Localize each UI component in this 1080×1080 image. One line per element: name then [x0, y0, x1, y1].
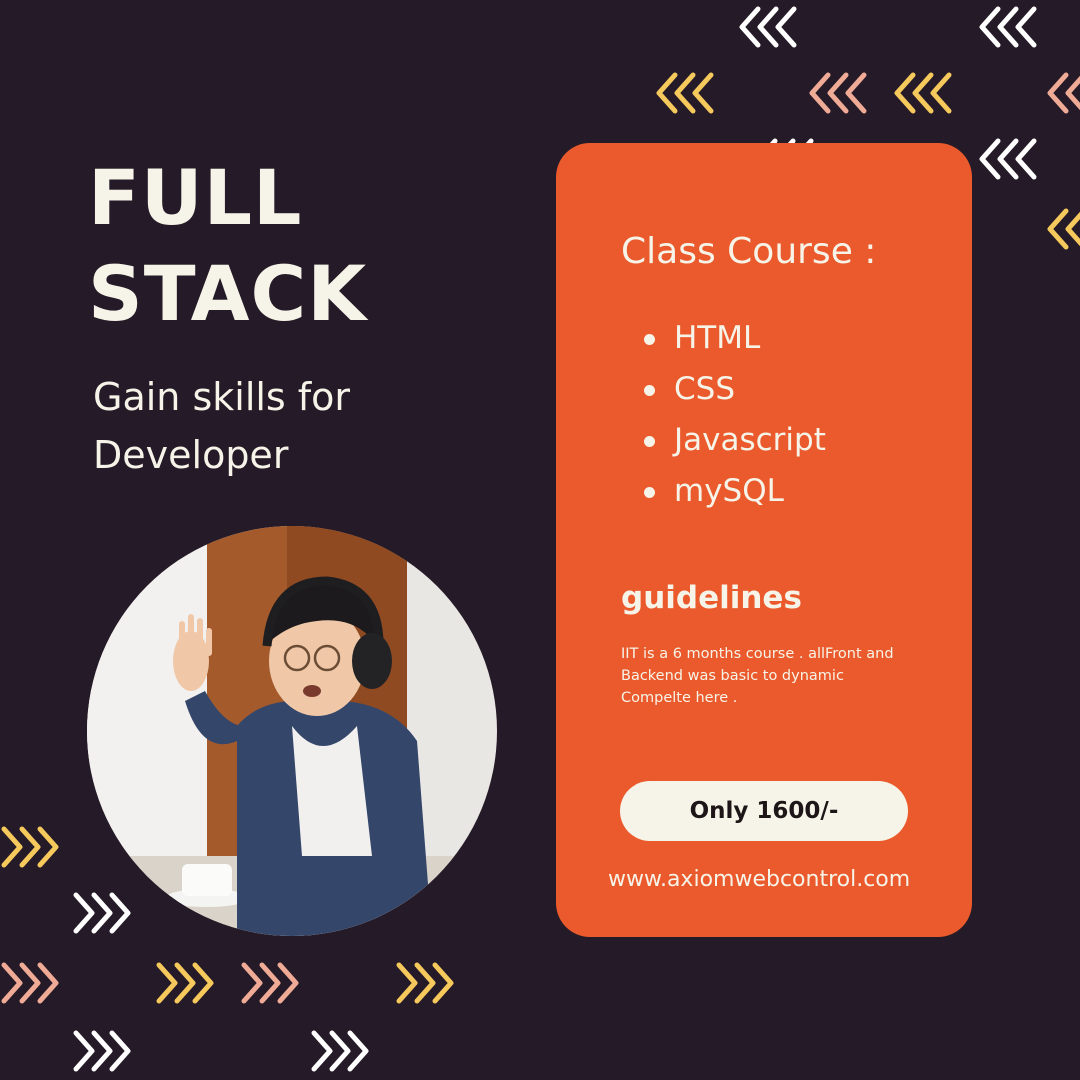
- subtitle-line-2: Developer: [93, 433, 289, 477]
- website-link[interactable]: www.axiomwebcontrol.com: [608, 867, 910, 892]
- chevrons-left-icon: [979, 138, 1037, 180]
- chevrons-left-icon: [739, 6, 797, 48]
- chevrons-right-icon: [73, 1030, 131, 1072]
- headline: FULL STACK: [88, 150, 367, 342]
- guidelines-title: guidelines: [621, 580, 802, 616]
- course-list: HTML CSS Javascript mySQL: [644, 313, 826, 517]
- chevrons-right-icon: [1, 826, 59, 868]
- chevrons-left-icon: [979, 6, 1037, 48]
- chevrons-left-icon: [809, 72, 867, 114]
- chevrons-left-icon: [656, 72, 714, 114]
- student-photo: [87, 526, 497, 936]
- price-button[interactable]: Only 1600/-: [620, 781, 908, 841]
- course-item-javascript: Javascript: [644, 415, 826, 466]
- headline-line-2: STACK: [88, 249, 368, 338]
- guidelines-text: IIT is a 6 months course . allFront and …: [621, 646, 894, 706]
- subtitle: Gain skills for Developer: [93, 368, 350, 484]
- course-card: Class Course : HTML CSS Javascript mySQL…: [556, 143, 972, 937]
- course-item-html: HTML: [644, 313, 826, 364]
- headline-line-1: FULL: [88, 153, 303, 242]
- chevrons-left-icon: [1047, 208, 1080, 250]
- chevrons-right-icon: [311, 1030, 369, 1072]
- chevrons-right-icon: [1, 962, 59, 1004]
- chevrons-right-icon: [73, 892, 131, 934]
- chevrons-right-icon: [156, 962, 214, 1004]
- course-item-css: CSS: [644, 364, 826, 415]
- chevrons-left-icon: [894, 72, 952, 114]
- chevrons-right-icon: [241, 962, 299, 1004]
- course-item-mysql: mySQL: [644, 466, 826, 517]
- subtitle-line-1: Gain skills for: [93, 375, 351, 419]
- chevrons-left-icon: [1047, 72, 1080, 114]
- chevrons-right-icon: [396, 962, 454, 1004]
- course-title: Class Course :: [621, 231, 877, 272]
